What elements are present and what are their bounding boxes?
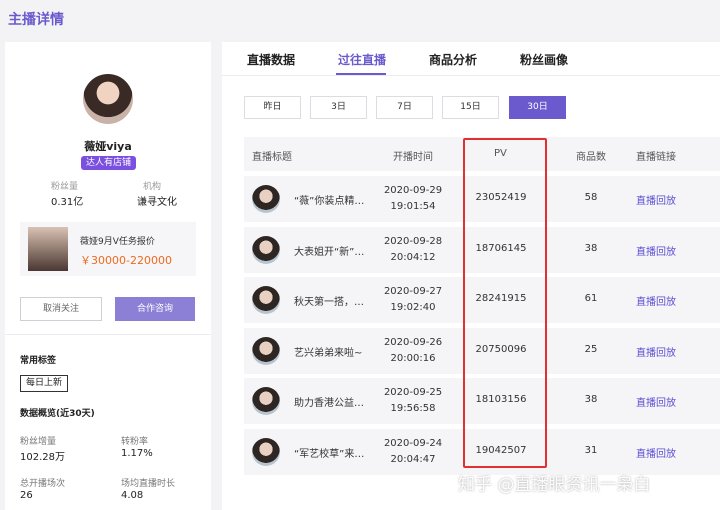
replay-link[interactable]: 直播回放 xyxy=(636,243,676,258)
start-date: 2020-09-28 xyxy=(383,235,443,247)
tab-past-lives[interactable]: 过往直播 xyxy=(338,51,386,68)
watermark: 知乎 @直播眼资讯一枭白 xyxy=(458,475,651,495)
goods-count: 25 xyxy=(584,343,598,355)
start-clock: 20:00:16 xyxy=(390,352,436,364)
task-title: 薇娅9月V任务报价 xyxy=(80,237,155,247)
live-thumbnail[interactable] xyxy=(252,387,280,415)
divider xyxy=(5,334,211,335)
task-thumbnail xyxy=(28,227,68,271)
replay-link[interactable]: 直播回放 xyxy=(636,344,676,359)
fans-value: 0.31亿 xyxy=(51,197,84,208)
overview-label: 转粉率 xyxy=(121,437,149,447)
start-time: 2020-09-25 19:56:58 xyxy=(382,385,444,417)
range-15d-button[interactable]: 15日 xyxy=(442,96,499,119)
start-time: 2020-09-27 19:02:40 xyxy=(382,284,444,316)
tab-live-data[interactable]: 直播数据 xyxy=(247,51,295,68)
overview-label: 场均直播时长 xyxy=(121,479,176,489)
start-time: 2020-09-24 20:04:47 xyxy=(382,436,444,468)
live-thumbnail[interactable] xyxy=(252,235,280,264)
tab-bar: 直播数据 过往直播 商品分析 粉丝画像 xyxy=(222,42,720,76)
task-price: ￥30000-220000 xyxy=(80,254,172,267)
goods-count: 61 xyxy=(584,293,598,304)
anchor-profile-panel: 薇娅viya 达人有店铺 粉丝量 0.31亿 机构 谦寻文化 薇娅9月V任务报价… xyxy=(5,42,211,510)
task-price-card[interactable]: 薇娅9月V任务报价 ￥30000-220000 xyxy=(20,222,196,276)
live-thumbnail[interactable] xyxy=(252,336,280,365)
start-time: 2020-09-28 20:04:12 xyxy=(382,234,444,266)
overview-value: 1.17% xyxy=(121,448,153,459)
overview-value: 26 xyxy=(20,490,33,501)
fans-label: 粉丝量 xyxy=(51,182,79,192)
tag-chip[interactable]: 每日上新 xyxy=(20,375,69,392)
start-date: 2020-09-26 xyxy=(383,336,443,348)
overview-label: 总开播场次 xyxy=(20,479,66,489)
replay-link[interactable]: 直播回放 xyxy=(636,445,676,460)
live-title[interactable]: “军艺校草”来… xyxy=(294,445,378,460)
goods-count: 58 xyxy=(584,192,598,203)
goods-count: 38 xyxy=(584,242,598,254)
range-7d-button[interactable]: 7日 xyxy=(376,96,433,119)
start-date: 2020-09-29 xyxy=(383,185,443,196)
overview-title: 数据概览(近30天) xyxy=(20,409,95,419)
start-clock: 19:56:58 xyxy=(390,403,436,414)
range-30d-button[interactable]: 30日 xyxy=(509,96,566,119)
start-date: 2020-09-27 xyxy=(383,286,443,297)
goods-count: 31 xyxy=(584,444,598,456)
header-live-link: 直播链接 xyxy=(636,152,676,163)
start-time: 2020-09-26 20:00:16 xyxy=(382,335,444,367)
tab-product-analysis[interactable]: 商品分析 xyxy=(429,51,477,68)
replay-link[interactable]: 直播回放 xyxy=(636,192,676,207)
start-clock: 20:04:47 xyxy=(390,453,436,465)
overview-value: 4.08 xyxy=(121,490,144,501)
live-title[interactable]: 大表姐开“新”… xyxy=(294,243,378,258)
range-3d-button[interactable]: 3日 xyxy=(310,96,367,119)
header-title: 直播标题 xyxy=(252,152,292,163)
pv-column-highlight xyxy=(463,138,547,468)
consult-button[interactable]: 合作咨询 xyxy=(115,297,195,321)
live-title[interactable]: 秋天第一搭，… xyxy=(294,293,378,308)
anchor-name: 薇娅viya xyxy=(84,140,132,153)
live-thumbnail[interactable] xyxy=(252,185,280,213)
start-time: 2020-09-29 19:01:54 xyxy=(382,183,444,215)
tags-title: 常用标签 xyxy=(20,356,57,366)
replay-link[interactable]: 直播回放 xyxy=(636,394,676,409)
org-label: 机构 xyxy=(143,182,162,192)
start-clock: 20:04:12 xyxy=(390,251,436,263)
goods-count: 38 xyxy=(584,394,598,405)
page-title: 主播详情 xyxy=(8,12,64,28)
live-title[interactable]: “薇”你装点精… xyxy=(294,192,378,207)
live-title[interactable]: 助力香港公益… xyxy=(294,394,378,409)
start-clock: 19:01:54 xyxy=(390,201,436,212)
replay-link[interactable]: 直播回放 xyxy=(636,293,676,308)
start-clock: 19:02:40 xyxy=(390,302,436,313)
live-title[interactable]: 艺兴弟弟来啦~ xyxy=(294,344,378,359)
header-goods-count: 商品数 xyxy=(576,152,606,163)
live-thumbnail[interactable] xyxy=(252,286,280,314)
active-tab-indicator xyxy=(336,73,386,75)
overview-value: 102.28万 xyxy=(20,452,65,463)
header-start-time: 开播时间 xyxy=(393,152,433,163)
live-thumbnail[interactable] xyxy=(252,437,280,466)
store-badge: 达人有店铺 xyxy=(81,156,137,170)
range-yesterday-button[interactable]: 昨日 xyxy=(244,96,301,119)
overview-label: 粉丝增量 xyxy=(20,437,57,447)
avatar xyxy=(83,74,133,124)
start-date: 2020-09-25 xyxy=(383,387,443,398)
start-date: 2020-09-24 xyxy=(383,437,443,449)
org-value[interactable]: 谦寻文化 xyxy=(137,193,177,208)
unfollow-button[interactable]: 取消关注 xyxy=(20,297,102,321)
tab-fan-profile[interactable]: 粉丝画像 xyxy=(520,51,568,68)
